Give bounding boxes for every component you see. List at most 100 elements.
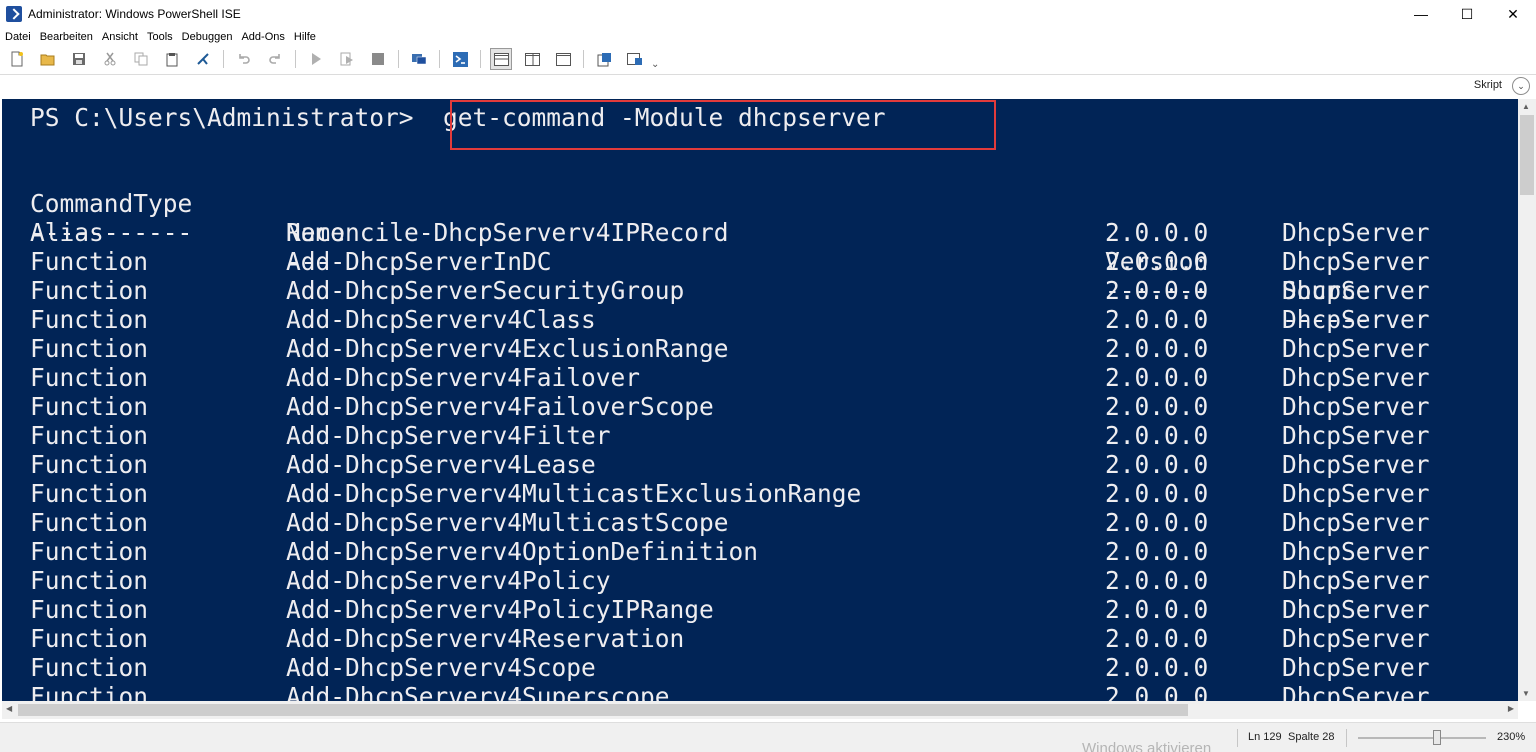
clear-console-icon [197, 53, 209, 65]
powershell-console-button[interactable] [449, 48, 471, 70]
remote-powershell-icon [412, 54, 427, 65]
menu-debuggen[interactable]: Debuggen [182, 31, 233, 43]
zoom-slider-thumb[interactable] [1433, 730, 1441, 745]
run-script-button[interactable] [305, 48, 327, 70]
cell-source: DhcpServer [1282, 624, 1430, 653]
cell-version: 2.0.0.0 [1105, 479, 1209, 508]
console-pane[interactable]: PS C:\Users\Administrator> get-command -… [2, 99, 1518, 701]
script-pane-label[interactable]: Skript [1474, 79, 1502, 91]
status-column-number: Spalte 28 [1288, 731, 1335, 743]
cell-source: DhcpServer [1282, 595, 1430, 624]
cell-commandtype: Function [30, 421, 149, 450]
chevron-down-icon[interactable]: ⌄ [1512, 77, 1530, 95]
cell-version: 2.0.0.0 [1105, 218, 1209, 247]
table-underline-row: ----------- ---- ------- ------ [2, 189, 1371, 334]
toolbar-divider [0, 74, 1536, 75]
cell-source: DhcpServer [1282, 479, 1430, 508]
run-script-icon [312, 53, 321, 65]
toolbar-separator [480, 50, 481, 68]
scroll-left-icon[interactable]: ◀ [6, 704, 12, 713]
redo-button[interactable] [264, 48, 286, 70]
cell-name: Add-DhcpServerv4OptionDefinition [286, 537, 759, 566]
cell-commandtype: Function [30, 537, 149, 566]
cell-name: Add-DhcpServerv4Filter [286, 421, 611, 450]
horizontal-scrollbar[interactable]: ◀ ▶ [2, 701, 1518, 719]
title-bar: Administrator: Windows PowerShell ISE — … [0, 0, 1536, 28]
menu-bearbeiten[interactable]: Bearbeiten [40, 31, 93, 43]
cell-commandtype: Function [30, 508, 149, 537]
menu-add-ons[interactable]: Add-Ons [241, 31, 284, 43]
zoom-slider[interactable] [1358, 737, 1486, 739]
status-separator [1237, 729, 1238, 747]
clear-console-button[interactable] [192, 48, 214, 70]
status-separator [1346, 729, 1347, 747]
minimize-button[interactable]: — [1398, 0, 1444, 28]
console-prompt: PS C:\Users\Administrator> [30, 103, 429, 132]
cell-name: Add-DhcpServerv4Failover [286, 363, 641, 392]
close-button[interactable]: ✕ [1490, 0, 1536, 28]
cut-button[interactable] [99, 48, 121, 70]
cell-version: 2.0.0.0 [1105, 624, 1209, 653]
run-selection-button[interactable] [336, 48, 358, 70]
maximize-button[interactable]: ☐ [1444, 0, 1490, 28]
cell-commandtype: Function [30, 653, 149, 682]
copy-button[interactable] [130, 48, 152, 70]
show-command-window-button[interactable] [624, 48, 646, 70]
horizontal-scroll-thumb[interactable] [18, 704, 1188, 716]
vertical-scroll-thumb[interactable] [1520, 115, 1534, 195]
cell-name: Add-DhcpServerInDC [286, 247, 552, 276]
open-file-button[interactable] [37, 48, 59, 70]
menu-hilfe[interactable]: Hilfe [294, 31, 316, 43]
paste-icon [166, 52, 178, 66]
menu-bar: Datei Bearbeiten Ansicht Tools Debuggen … [0, 29, 320, 45]
paste-button[interactable] [161, 48, 183, 70]
command-highlight-box [450, 100, 996, 150]
cell-name: Add-DhcpServerv4MulticastScope [286, 508, 729, 537]
cell-version: 2.0.0.0 [1105, 450, 1209, 479]
save-button[interactable] [68, 48, 90, 70]
cell-version: 2.0.0.0 [1105, 566, 1209, 595]
stop-icon [372, 53, 384, 65]
show-script-pane-top-icon [493, 52, 509, 66]
cell-name: Add-DhcpServerv4Reservation [286, 624, 685, 653]
cell-commandtype: Function [30, 276, 149, 305]
status-line-number: Ln 129 [1248, 731, 1282, 743]
scroll-right-icon[interactable]: ▶ [1508, 704, 1514, 713]
window-title: Administrator: Windows PowerShell ISE [28, 7, 241, 21]
cell-source: DhcpServer [1282, 537, 1430, 566]
menu-tools[interactable]: Tools [147, 31, 173, 43]
powershell-console-icon [452, 51, 468, 67]
vertical-scrollbar[interactable]: ▲ ▼ [1518, 99, 1536, 701]
remote-powershell-button[interactable] [408, 48, 430, 70]
cell-version: 2.0.0.0 [1105, 421, 1209, 450]
undo-button[interactable] [233, 48, 255, 70]
scroll-up-icon[interactable]: ▲ [1522, 102, 1530, 111]
show-script-pane-right-icon [524, 52, 540, 66]
show-script-pane-right-button[interactable] [521, 48, 543, 70]
new-file-button[interactable] [6, 48, 28, 70]
toolbar-separator [295, 50, 296, 68]
cell-commandtype: Function [30, 595, 149, 624]
cell-source: DhcpServer [1282, 218, 1430, 247]
stop-button[interactable] [367, 48, 389, 70]
cell-source: DhcpServer [1282, 276, 1430, 305]
cell-name: Add-DhcpServerv4Lease [286, 450, 596, 479]
scroll-down-icon[interactable]: ▼ [1522, 689, 1530, 698]
script-pane-maximized-button[interactable] [552, 48, 574, 70]
cell-name: Add-DhcpServerv4Scope [286, 653, 596, 682]
cell-source: DhcpServer [1282, 334, 1430, 363]
command-addon-button[interactable] [593, 48, 615, 70]
show-command-window-icon [627, 52, 642, 65]
cell-source: DhcpServer [1282, 508, 1430, 537]
cell-name: Reconcile-DhcpServerv4IPRecord [286, 218, 729, 247]
toolbar-overflow-button[interactable]: ⌄ [651, 59, 659, 70]
toolbar: ⌄ [0, 46, 1536, 72]
show-script-pane-top-button[interactable] [490, 48, 512, 70]
menu-datei[interactable]: Datei [5, 31, 31, 43]
copy-icon [134, 52, 148, 66]
menu-ansicht[interactable]: Ansicht [102, 31, 138, 43]
status-bar: Ln 129 Spalte 28 230% [0, 722, 1536, 752]
script-pane-maximized-icon [555, 52, 571, 66]
cell-name: Add-DhcpServerv4PolicyIPRange [286, 595, 714, 624]
powershell-ise-icon [6, 6, 22, 22]
